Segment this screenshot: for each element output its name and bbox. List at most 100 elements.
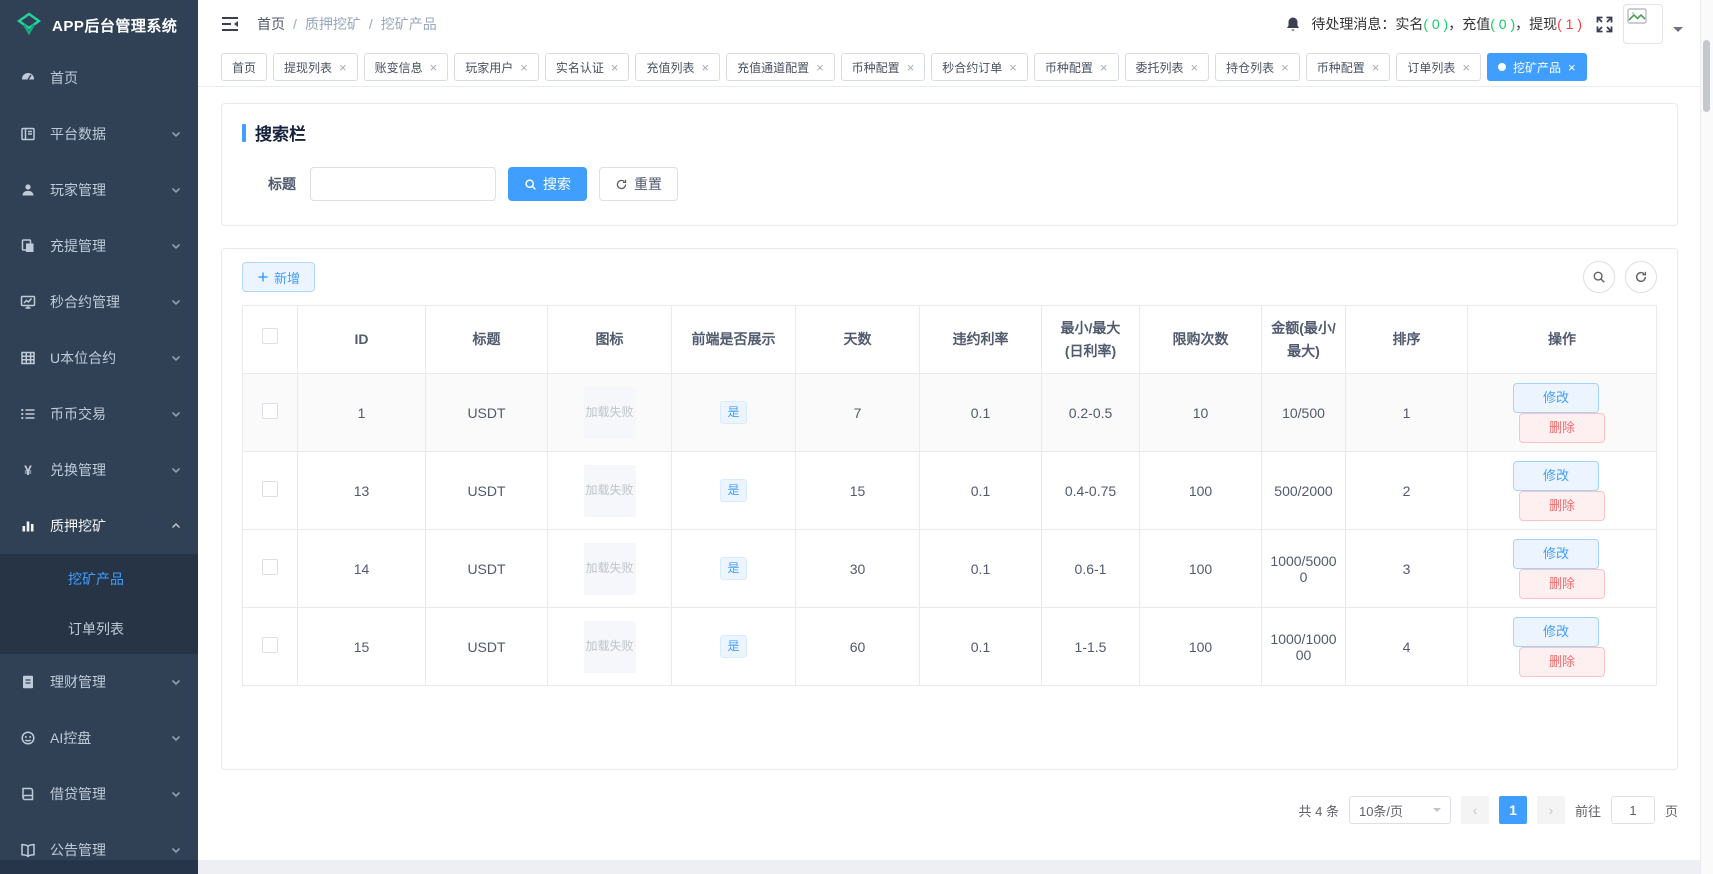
edit-button[interactable]: 修改 xyxy=(1513,383,1599,413)
page-number-button[interactable]: 1 xyxy=(1499,796,1527,824)
tab-2[interactable]: 账变信息× xyxy=(364,53,449,81)
tab-6[interactable]: 充值通道配置× xyxy=(726,53,835,81)
table-toolbar-right xyxy=(1583,261,1657,293)
refresh-icon xyxy=(615,178,628,191)
tab-9[interactable]: 币种配置× xyxy=(1034,53,1119,81)
fullscreen-icon[interactable] xyxy=(1596,16,1613,33)
broken-product-image: 加载失败 xyxy=(584,543,636,595)
tab-close-icon[interactable]: × xyxy=(1009,61,1017,74)
tab-close-icon[interactable]: × xyxy=(520,61,528,74)
main-area: 首页/质押挖矿/挖矿产品 待处理消息：实名( 0 )，充值( 0 )，提现( 1… xyxy=(198,0,1701,874)
tab-7[interactable]: 币种配置× xyxy=(841,53,926,81)
tab-5[interactable]: 充值列表× xyxy=(635,53,720,81)
goto-page-input[interactable] xyxy=(1611,796,1655,824)
sidebar-item-usdt-contract[interactable]: U本位合约 xyxy=(0,330,198,386)
broken-image-icon xyxy=(1627,8,1647,25)
sidebar: APP后台管理系统 首页平台数据玩家管理充提管理秒合约管理U本位合约币币交易¥兑… xyxy=(0,0,198,874)
pending-item-0: 实名( 0 ) xyxy=(1395,16,1448,32)
cell-days: 30 xyxy=(796,530,920,608)
page-size-select[interactable]: 10条/页 xyxy=(1349,796,1451,824)
app-root: APP后台管理系统 首页平台数据玩家管理充提管理秒合约管理U本位合约币币交易¥兑… xyxy=(0,0,1713,874)
sidebar-item-home[interactable]: 首页 xyxy=(0,50,198,106)
tab-close-icon[interactable]: × xyxy=(339,61,347,74)
tab-14[interactable]: 挖矿产品× xyxy=(1487,53,1587,81)
sidebar-item-deposit-withdraw[interactable]: 充提管理 xyxy=(0,218,198,274)
sidebar-item-finance-mgmt[interactable]: 理财管理 xyxy=(0,654,198,710)
delete-button[interactable]: 删除 xyxy=(1519,569,1605,599)
sidebar-subitem-order-list[interactable]: 订单列表 xyxy=(0,604,198,654)
chevron-down-icon xyxy=(170,184,182,196)
tab-12[interactable]: 币种配置× xyxy=(1306,53,1391,81)
edit-button[interactable]: 修改 xyxy=(1513,617,1599,647)
select-all-checkbox[interactable] xyxy=(262,328,278,344)
sidebar-subitem-mining-products[interactable]: 挖矿产品 xyxy=(0,554,198,604)
tab-close-icon[interactable]: × xyxy=(701,61,709,74)
tab-13[interactable]: 订单列表× xyxy=(1396,53,1481,81)
tab-11[interactable]: 持仓列表× xyxy=(1215,53,1300,81)
breadcrumb-item-0[interactable]: 首页 xyxy=(257,16,285,32)
title-input[interactable] xyxy=(310,167,496,201)
sidebar-item-seconds-contract[interactable]: 秒合约管理 xyxy=(0,274,198,330)
row-checkbox[interactable] xyxy=(262,481,278,497)
tab-close-icon[interactable]: × xyxy=(1568,61,1576,74)
sidebar-collapse-icon[interactable] xyxy=(221,16,239,32)
tab-close-icon[interactable]: × xyxy=(611,61,619,74)
sidebar-item-staking-mining[interactable]: 质押挖矿 xyxy=(0,498,198,554)
bell-icon[interactable] xyxy=(1285,16,1301,33)
tab-close-icon[interactable]: × xyxy=(1191,61,1199,74)
tab-close-icon[interactable]: × xyxy=(430,61,438,74)
table-search-icon[interactable] xyxy=(1583,261,1615,293)
delete-button[interactable]: 删除 xyxy=(1519,647,1605,677)
tab-4[interactable]: 实名认证× xyxy=(545,53,630,81)
table-refresh-icon[interactable] xyxy=(1625,261,1657,293)
pending-count: ( 1 ) xyxy=(1557,16,1582,32)
avatar[interactable] xyxy=(1623,4,1663,44)
tab-close-icon[interactable]: × xyxy=(1281,61,1289,74)
sidebar-item-spot-trading[interactable]: 币币交易 xyxy=(0,386,198,442)
reset-button[interactable]: 重置 xyxy=(599,167,678,201)
show-tag: 是 xyxy=(720,557,746,579)
sidebar-item-exchange-mgmt[interactable]: ¥兑换管理 xyxy=(0,442,198,498)
tab-close-icon[interactable]: × xyxy=(1100,61,1108,74)
tab-10[interactable]: 委托列表× xyxy=(1125,53,1210,81)
chevron-down-icon xyxy=(170,408,182,420)
delete-button[interactable]: 删除 xyxy=(1519,413,1605,443)
sidebar-item-platform-data[interactable]: 平台数据 xyxy=(0,106,198,162)
dashboard-icon xyxy=(20,70,38,86)
edit-button[interactable]: 修改 xyxy=(1513,539,1599,569)
pending-prefix: 待处理消息： xyxy=(1311,16,1395,32)
sidebar-item-lending-mgmt[interactable]: 借贷管理 xyxy=(0,766,198,822)
tab-close-icon[interactable]: × xyxy=(1372,61,1380,74)
chevron-down-icon[interactable] xyxy=(1673,27,1683,37)
submenu-staking-mining: 挖矿产品订单列表 xyxy=(0,554,198,654)
sidebar-item-player-mgmt[interactable]: 玩家管理 xyxy=(0,162,198,218)
horizontal-scrollbar[interactable] xyxy=(198,860,1701,874)
search-form: 标题 搜索 重置 xyxy=(242,167,1657,201)
vertical-scrollbar[interactable] xyxy=(1700,0,1713,874)
edit-button[interactable]: 修改 xyxy=(1513,461,1599,491)
tab-close-icon[interactable]: × xyxy=(816,61,824,74)
pagination-total: 共 4 条 xyxy=(1299,801,1339,820)
select-all-header xyxy=(243,306,298,374)
prev-page-button[interactable]: ‹ xyxy=(1461,796,1489,824)
chevron-down-icon xyxy=(170,296,182,308)
table-row: 14USDT加载失败是300.10.6-11001000/500003修改删除 xyxy=(243,530,1657,608)
active-tab-dot-icon xyxy=(1498,63,1506,71)
delete-button[interactable]: 删除 xyxy=(1519,491,1605,521)
tab-close-icon[interactable]: × xyxy=(1462,61,1470,74)
sidebar-item-announcement-mgmt[interactable]: 公告管理 xyxy=(0,822,198,874)
sidebar-item-label: U本位合约 xyxy=(50,348,170,368)
sidebar-item-ai-control[interactable]: AI控盘 xyxy=(0,710,198,766)
search-button[interactable]: 搜索 xyxy=(508,167,587,201)
row-checkbox[interactable] xyxy=(262,403,278,419)
add-button[interactable]: 新增 xyxy=(242,262,315,292)
tab-8[interactable]: 秒合约订单× xyxy=(931,53,1028,81)
row-checkbox[interactable] xyxy=(262,637,278,653)
tab-1[interactable]: 提现列表× xyxy=(273,53,358,81)
tab-3[interactable]: 玩家用户× xyxy=(454,53,539,81)
row-checkbox[interactable] xyxy=(262,559,278,575)
next-page-button[interactable]: › xyxy=(1537,796,1565,824)
tab-0[interactable]: 首页 xyxy=(221,53,267,81)
vertical-scrollbar-thumb[interactable] xyxy=(1703,40,1710,112)
tab-close-icon[interactable]: × xyxy=(907,61,915,74)
